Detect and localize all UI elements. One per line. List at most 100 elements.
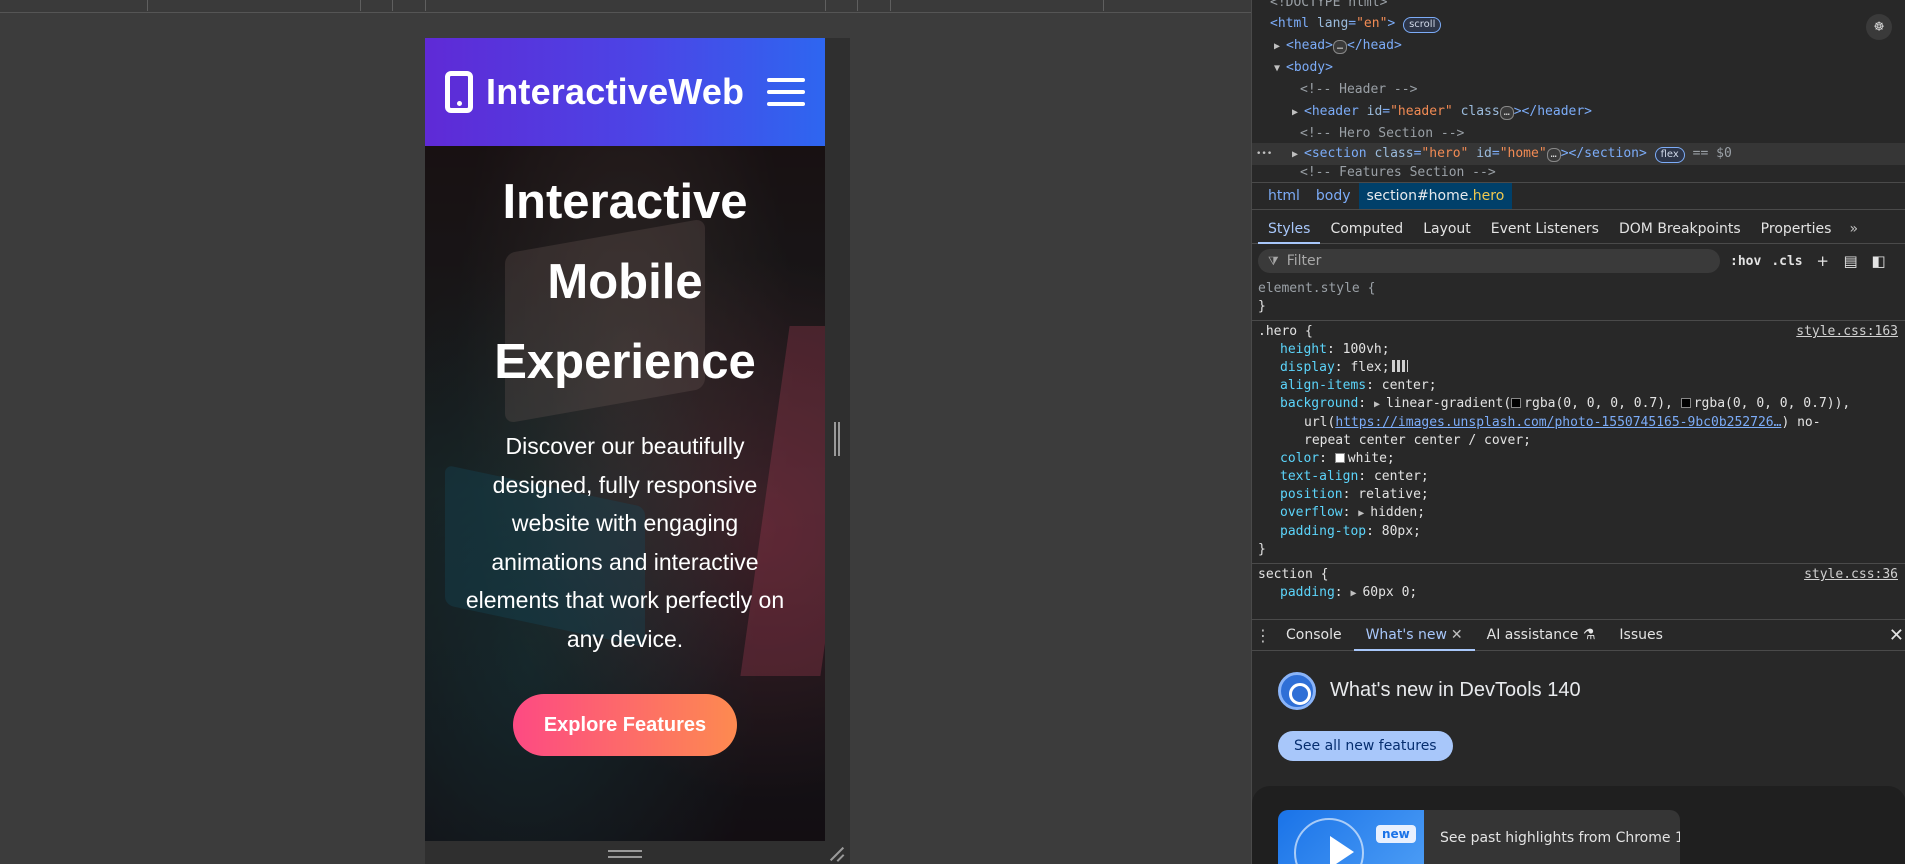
section-source-link[interactable]: style.css:36 (1804, 567, 1898, 582)
class-attr: class (1374, 146, 1414, 161)
expand-triangle-icon[interactable]: ▶ (1374, 396, 1386, 414)
width-resize-handle[interactable] (834, 422, 840, 456)
hero-description: Discover our beautifully designed, fully… (465, 433, 785, 652)
collapsed-ellipsis[interactable]: … (1546, 148, 1561, 162)
expand-triangle-icon[interactable]: ▶ (1292, 144, 1304, 166)
style-declaration[interactable]: padding-top: 80px; (1258, 523, 1900, 541)
hamburger-menu-icon[interactable] (767, 78, 805, 106)
styles-pane: element.style { } .hero { style.css:163 … (1252, 278, 1905, 616)
flexbox-editor-icon[interactable] (1391, 360, 1408, 372)
hero-source-link[interactable]: style.css:163 (1796, 324, 1898, 339)
device-emulation-area: InteractiveWeb Interactive Mobile Experi… (0, 0, 1251, 864)
see-all-features-button[interactable]: See all new features (1278, 731, 1453, 761)
id-value: "home" (1499, 146, 1547, 161)
styles-filter-input[interactable]: ⧩ Filter (1258, 249, 1720, 273)
hover-state-button[interactable]: :hov (1730, 254, 1761, 269)
style-declaration[interactable]: padding: ▶ 60px 0; (1258, 584, 1900, 603)
site-logo[interactable]: InteractiveWeb (486, 71, 744, 113)
hero-section: Interactive Mobile Experience Discover o… (425, 146, 825, 841)
color-swatch[interactable] (1511, 398, 1522, 408)
more-tabs-icon[interactable]: » (1841, 221, 1866, 237)
features-comment-node[interactable]: <!-- Features Section --> (1300, 165, 1496, 180)
paint-roller-icon[interactable]: ▤ (1843, 253, 1859, 269)
background-image-url[interactable]: https://images.unsplash.com/photo-155074… (1335, 415, 1781, 430)
close-drawer-icon[interactable]: ✕ (1889, 625, 1904, 646)
expand-triangle-icon[interactable]: ▶ (1350, 585, 1362, 603)
style-declaration[interactable]: display: flex; (1258, 359, 1900, 377)
scroll-badge[interactable]: scroll (1403, 17, 1442, 33)
breadcrumb-id: #home (1416, 188, 1469, 204)
tab-ai-assistance[interactable]: AI assistance ⚗ (1475, 619, 1608, 651)
style-declaration[interactable]: color: white; (1258, 450, 1900, 468)
breadcrumb-class: .hero (1468, 188, 1505, 204)
collapsed-ellipsis[interactable]: … (1332, 40, 1347, 54)
drawer-menu-icon[interactable]: ⋮ (1252, 626, 1274, 645)
tab-styles[interactable]: Styles (1258, 214, 1321, 244)
tab-console[interactable]: Console (1274, 619, 1354, 651)
explore-features-button[interactable]: Explore Features (513, 693, 737, 756)
sidebar-tabs: Styles Computed Layout Event Listeners D… (1252, 214, 1905, 244)
tab-layout[interactable]: Layout (1413, 214, 1481, 244)
header-node[interactable]: ▶ <header id="header" class… ></header> (1292, 101, 1592, 123)
devtools-panel: <!DOCTYPE html> <html lang="en"> scroll … (1251, 0, 1905, 864)
tab-whats-new[interactable]: What's new ✕ (1353, 619, 1475, 651)
node-options-icon[interactable]: ••• (1256, 143, 1272, 165)
expand-triangle-icon[interactable]: ▶ (1292, 102, 1304, 124)
color-swatch[interactable] (1334, 453, 1345, 463)
style-declaration[interactable]: overflow: ▶ hidden; (1258, 504, 1900, 523)
height-resize-handle[interactable] (608, 850, 642, 858)
mobile-viewport: InteractiveWeb Interactive Mobile Experi… (425, 38, 825, 841)
filter-placeholder: Filter (1286, 253, 1322, 269)
close-icon[interactable]: ✕ (1451, 627, 1463, 643)
tab-event-listeners[interactable]: Event Listeners (1481, 214, 1609, 244)
flex-badge[interactable]: flex (1654, 147, 1685, 163)
toggle-sidebar-icon[interactable]: ◧ (1871, 253, 1887, 269)
new-style-rule-icon[interactable]: + (1815, 253, 1831, 269)
collapse-triangle-icon[interactable]: ▼ (1274, 58, 1286, 80)
hamburger-bar (767, 78, 805, 82)
whats-new-panel: What's new in DevTools 140 See all new f… (1252, 652, 1905, 864)
tab-dom-breakpoints[interactable]: DOM Breakpoints (1609, 214, 1751, 244)
tab-issues[interactable]: Issues (1607, 619, 1675, 651)
breadcrumb-html[interactable]: html (1260, 183, 1308, 209)
color-swatch[interactable] (1680, 398, 1691, 408)
style-declaration[interactable]: text-align: center; (1258, 468, 1900, 486)
tab-computed[interactable]: Computed (1320, 214, 1413, 244)
styles-toolbar: ⧩ Filter :hov .cls + ▤ ◧ (1252, 246, 1905, 276)
style-declaration[interactable]: height: 100vh; (1258, 341, 1900, 359)
hero-content: Interactive Mobile Experience Discover o… (425, 146, 825, 756)
hamburger-bar (767, 90, 805, 94)
expand-triangle-icon[interactable]: ▶ (1358, 505, 1370, 523)
breadcrumb-tag: section (1366, 188, 1417, 204)
expand-triangle-icon[interactable]: ▶ (1274, 36, 1286, 58)
tab-ai-assistance-label: AI assistance (1486, 627, 1579, 643)
ruler-tick (147, 0, 148, 11)
body-node[interactable]: ▼ <body> (1274, 57, 1333, 79)
doctype-node[interactable]: <!DOCTYPE html> (1270, 0, 1387, 14)
head-node[interactable]: ▶ <head>… </head> (1274, 35, 1402, 57)
lang-value: "en" (1356, 16, 1388, 31)
id-value: "header" (1390, 104, 1453, 119)
element-style-selector[interactable]: element.style { (1258, 280, 1900, 298)
ruler-tick (1103, 0, 1104, 11)
tab-properties[interactable]: Properties (1751, 214, 1842, 244)
chrome-devtools-logo-icon (1278, 672, 1316, 710)
html-node[interactable]: <html lang="en"> scroll (1270, 13, 1442, 35)
selected-section-node[interactable]: ••• ▶ <section class="hero" id="home"… ></… (1252, 143, 1905, 165)
style-declaration[interactable]: align-items: center; (1258, 377, 1900, 395)
flask-icon: ⚗ (1582, 627, 1596, 643)
class-toggle-button[interactable]: .cls (1771, 254, 1802, 269)
hero-comment-node[interactable]: <!-- Hero Section --> (1300, 123, 1464, 145)
header-comment-node[interactable]: <!-- Header --> (1300, 79, 1417, 101)
highlight-card[interactable]: new See past highlights from Chrome 139 (1278, 810, 1680, 864)
tab-whats-new-label: What's new (1365, 627, 1447, 643)
corner-resize-handle[interactable] (828, 845, 844, 861)
accessibility-icon[interactable]: ☸ (1866, 14, 1892, 40)
breadcrumb-section-active[interactable]: section#home.hero (1358, 183, 1513, 209)
breadcrumb-body[interactable]: body (1308, 183, 1359, 209)
style-declaration[interactable]: position: relative; (1258, 486, 1900, 504)
element-style-rule: element.style { } (1252, 278, 1905, 321)
id-attr: id (1476, 146, 1492, 161)
style-declaration[interactable]: background: ▶ linear-gradient(rgba(0, 0, … (1258, 395, 1900, 414)
collapsed-ellipsis[interactable]: … (1499, 106, 1514, 120)
